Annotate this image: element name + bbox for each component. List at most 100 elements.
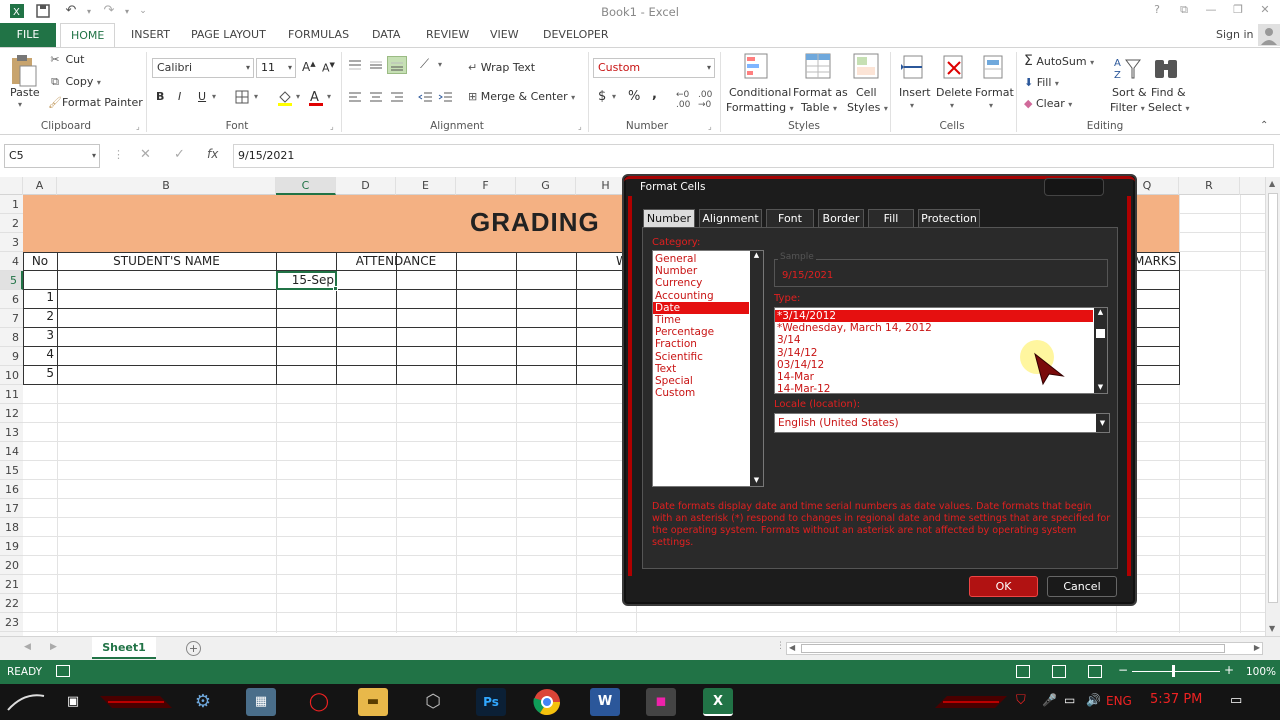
borders-dropdown-icon[interactable]: ▾: [254, 92, 258, 101]
format-as-table-icon[interactable]: [804, 52, 832, 85]
row-header[interactable]: 2: [0, 214, 23, 233]
format-as-table-button[interactable]: Format as: [793, 86, 848, 99]
type-item[interactable]: *Wednesday, March 14, 2012: [775, 322, 1093, 334]
zoom-slider[interactable]: [1132, 671, 1220, 672]
row-header[interactable]: 9: [0, 347, 23, 366]
clock[interactable]: 5:37 PM: [1150, 692, 1202, 707]
row-header[interactable]: 5: [0, 271, 23, 290]
row-header[interactable]: 23: [0, 613, 23, 632]
notification-icon[interactable]: ▭: [1230, 693, 1242, 708]
paste-dropdown-icon[interactable]: ▾: [18, 100, 22, 109]
new-sheet-icon[interactable]: +: [186, 641, 201, 656]
format-painter-button[interactable]: 🖌Format Painter: [48, 96, 143, 109]
cancel-button[interactable]: Cancel: [1047, 576, 1117, 597]
copy-button[interactable]: ⧉ Copy ▾: [48, 75, 101, 89]
hscroll-thumb[interactable]: [801, 644, 1225, 653]
format-cells-icon[interactable]: [980, 52, 1006, 85]
insert-dropdown-icon[interactable]: ▾: [910, 101, 914, 110]
close-icon[interactable]: ✕: [1254, 3, 1276, 19]
orientation-icon[interactable]: ⟋: [420, 57, 429, 72]
settings-gear-icon[interactable]: ⚙: [188, 688, 218, 716]
scroll-left-icon[interactable]: ◀: [789, 643, 795, 652]
row-header[interactable]: 18: [0, 518, 23, 537]
category-scroll-down-icon[interactable]: ▼: [750, 476, 763, 484]
col-header-d[interactable]: D: [336, 177, 396, 195]
tab-protection[interactable]: Protection: [918, 209, 980, 228]
conditional-formatting-button[interactable]: Conditional: [729, 86, 791, 99]
chrome-icon[interactable]: [533, 688, 561, 719]
zoom-in-icon[interactable]: +: [1224, 663, 1234, 677]
paste-icon[interactable]: [6, 54, 40, 90]
cell-styles-icon[interactable]: [852, 52, 880, 85]
row-header[interactable]: 20: [0, 556, 23, 575]
locale-dropdown-icon[interactable]: ▼: [1096, 414, 1109, 432]
font-name-select[interactable]: Calibri ▾: [152, 58, 254, 78]
col-header-g[interactable]: G: [516, 177, 576, 195]
category-item[interactable]: General: [653, 253, 749, 265]
header-no[interactable]: No: [23, 254, 57, 268]
category-item[interactable]: Fraction: [653, 338, 749, 350]
row-header[interactable]: 14: [0, 442, 23, 461]
category-scroll-up-icon[interactable]: ▲: [750, 251, 763, 259]
volume-icon[interactable]: 🔊: [1086, 693, 1101, 707]
vertical-scrollbar[interactable]: ▲ ▼: [1265, 177, 1280, 636]
category-item[interactable]: Date: [653, 301, 749, 314]
normal-view-icon[interactable]: [1016, 665, 1030, 678]
row-header[interactable]: 1: [0, 195, 23, 214]
align-bottom-icon[interactable]: [387, 56, 407, 74]
row-header[interactable]: 12: [0, 404, 23, 423]
type-scroll-thumb[interactable]: [1096, 329, 1105, 338]
shrink-font-icon[interactable]: A▼: [322, 61, 335, 75]
font-color-icon[interactable]: A: [307, 88, 325, 109]
scroll-down-icon[interactable]: ▼: [1269, 624, 1275, 633]
align-right-icon[interactable]: [389, 90, 405, 107]
align-center-icon[interactable]: [368, 90, 384, 107]
type-scroll-up-icon[interactable]: ▲: [1094, 308, 1107, 316]
percent-button[interactable]: %: [628, 89, 640, 104]
ribbon-display-icon[interactable]: ⧉: [1173, 3, 1195, 19]
underline-button[interactable]: U: [198, 90, 206, 103]
scroll-thumb[interactable]: [1268, 193, 1278, 603]
sort-filter-button[interactable]: Sort &: [1112, 86, 1147, 99]
decrease-indent-icon[interactable]: [418, 90, 434, 107]
sign-in-link[interactable]: Sign in: [1216, 28, 1254, 41]
zoom-level[interactable]: 100%: [1246, 666, 1276, 678]
currency-button[interactable]: $: [598, 89, 606, 104]
insert-cells-icon[interactable]: [900, 52, 926, 85]
mic-icon[interactable]: 🎤: [1042, 693, 1057, 707]
tab-page-layout[interactable]: PAGE LAYOUT: [181, 23, 276, 47]
orientation-dropdown-icon[interactable]: ▾: [438, 60, 442, 69]
align-left-icon[interactable]: [347, 90, 363, 107]
tab-font[interactable]: Font: [766, 209, 814, 228]
format-dropdown-icon[interactable]: ▾: [989, 101, 993, 110]
tab-border[interactable]: Border: [818, 209, 864, 228]
tab-view[interactable]: VIEW: [480, 23, 529, 47]
task-view-icon[interactable]: ▣: [58, 688, 88, 716]
start-icon[interactable]: [6, 690, 46, 717]
category-item[interactable]: Accounting: [653, 290, 749, 302]
currency-dropdown-icon[interactable]: ▾: [612, 92, 616, 101]
increase-indent-icon[interactable]: [438, 90, 454, 107]
cell-a6[interactable]: 1: [23, 290, 57, 304]
row-header[interactable]: 15: [0, 461, 23, 480]
delete-cells-button[interactable]: Delete: [936, 86, 972, 99]
clipboard-launcher-icon[interactable]: ⌟: [136, 122, 140, 131]
category-item[interactable]: Percentage: [653, 326, 749, 338]
col-header-r[interactable]: R: [1179, 177, 1240, 195]
opera-icon[interactable]: ◯: [304, 688, 334, 716]
fill-button[interactable]: ⬇ Fill ▾: [1024, 76, 1059, 89]
fill-color-dropdown-icon[interactable]: ▾: [296, 92, 300, 101]
sheet-tab-sheet1[interactable]: Sheet1: [92, 637, 156, 659]
clear-button[interactable]: ◆ Clear ▾: [1024, 97, 1072, 110]
category-item[interactable]: Currency: [653, 277, 749, 289]
paste-button[interactable]: Paste: [10, 86, 40, 99]
restore-icon[interactable]: ❐: [1227, 3, 1249, 19]
col-header-a[interactable]: A: [23, 177, 57, 195]
prev-sheet-icon[interactable]: ◀: [24, 642, 31, 652]
tab-review[interactable]: REVIEW: [416, 23, 479, 47]
number-launcher-icon[interactable]: ⌟: [708, 122, 712, 131]
macro-record-icon[interactable]: [56, 665, 70, 677]
cancel-entry-icon[interactable]: ✕: [140, 147, 151, 162]
borders-icon[interactable]: [234, 89, 250, 108]
number-format-select[interactable]: Custom ▾: [593, 58, 715, 78]
